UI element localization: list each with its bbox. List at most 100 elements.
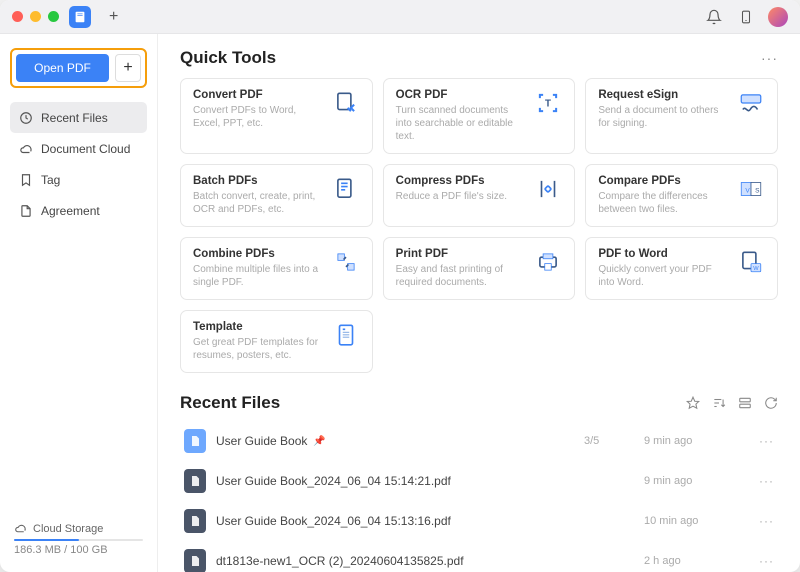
file-name: dt1813e-new1_OCR (2)_20240604135825.pdf xyxy=(216,554,584,568)
sidebar-item-label: Tag xyxy=(41,173,60,187)
recent-view-actions xyxy=(686,396,778,410)
storage-bar xyxy=(14,539,143,541)
file-more-button[interactable]: ··· xyxy=(744,434,774,448)
tool-icon xyxy=(737,89,765,117)
document-icon xyxy=(18,203,33,218)
file-name: User Guide Book_2024_06_04 15:14:21.pdf xyxy=(216,474,584,488)
refresh-icon[interactable] xyxy=(764,396,778,410)
mobile-icon[interactable] xyxy=(736,7,756,27)
file-more-button[interactable]: ··· xyxy=(744,554,774,568)
sidebar-item-cloud[interactable]: Document Cloud xyxy=(10,133,147,164)
sidebar-nav: Recent Files Document Cloud Tag Agreemen… xyxy=(10,102,147,226)
bookmark-icon xyxy=(18,172,33,187)
file-type-icon xyxy=(184,429,206,453)
tool-card[interactable]: Template Get great PDF templates for resu… xyxy=(180,310,373,373)
sidebar-item-recent[interactable]: Recent Files xyxy=(10,102,147,133)
card-desc: Get great PDF templates for resumes, pos… xyxy=(193,336,324,362)
tool-card[interactable]: Compress PDFs Reduce a PDF file's size. xyxy=(383,164,576,227)
file-more-button[interactable]: ··· xyxy=(744,514,774,528)
card-title: Request eSign xyxy=(598,89,729,101)
quick-tools-grid: Convert PDF Convert PDFs to Word, Excel, … xyxy=(180,78,778,373)
quick-tools-more[interactable]: ··· xyxy=(761,50,778,66)
card-title: Convert PDF xyxy=(193,89,324,101)
card-title: Compress PDFs xyxy=(396,175,527,187)
file-time: 9 min ago xyxy=(644,435,744,447)
card-desc: Reduce a PDF file's size. xyxy=(396,190,527,203)
close-window[interactable] xyxy=(12,11,23,22)
sort-icon[interactable] xyxy=(712,396,726,410)
tool-icon: VS xyxy=(737,175,765,203)
svg-text:T: T xyxy=(545,98,551,109)
new-file-button[interactable]: + xyxy=(115,54,141,82)
sidebar-item-agreement[interactable]: Agreement xyxy=(10,195,147,226)
file-row[interactable]: dt1813e-new1_OCR (2)_20240604135825.pdf … xyxy=(180,541,778,572)
tool-card[interactable]: Request eSign Send a document to others f… xyxy=(585,78,778,154)
app-logo-icon xyxy=(69,6,91,28)
tool-icon xyxy=(332,175,360,203)
bell-icon[interactable] xyxy=(704,7,724,27)
tool-card[interactable]: Batch PDFs Batch convert, create, print, … xyxy=(180,164,373,227)
file-type-icon xyxy=(184,549,206,572)
tool-card[interactable]: OCR PDFTurn scanned documents into searc… xyxy=(383,78,576,154)
pin-icon: 📌 xyxy=(313,436,325,447)
minimize-window[interactable] xyxy=(30,11,41,22)
tool-card[interactable]: Print PDF Easy and fast printing of requi… xyxy=(383,237,576,300)
file-row[interactable]: User Guide Book_2024_06_04 15:14:21.pdf … xyxy=(180,461,778,501)
open-pdf-button[interactable]: Open PDF xyxy=(16,54,109,82)
card-desc: Easy and fast printing of required docum… xyxy=(396,263,527,289)
svg-text:W: W xyxy=(753,266,759,272)
maximize-window[interactable] xyxy=(48,11,59,22)
traffic-lights xyxy=(12,11,59,22)
app-window: + Open PDF + Recent Files Document Cloud xyxy=(0,0,800,572)
storage-text: 186.3 MB / 100 GB xyxy=(14,544,143,556)
file-row[interactable]: User Guide Book_2024_06_04 15:13:16.pdf … xyxy=(180,501,778,541)
tool-card[interactable]: PDF to Word Quickly convert your PDF into… xyxy=(585,237,778,300)
file-time: 2 h ago xyxy=(644,555,744,567)
main-content: Quick Tools ··· Convert PDF Convert PDFs … xyxy=(158,34,800,572)
file-time: 9 min ago xyxy=(644,475,744,487)
card-title: PDF to Word xyxy=(598,248,729,260)
card-desc: Convert PDFs to Word, Excel, PPT, etc. xyxy=(193,104,324,130)
star-icon[interactable] xyxy=(686,396,700,410)
recent-files-title: Recent Files xyxy=(180,393,280,413)
quick-tools-title: Quick Tools xyxy=(180,48,276,68)
card-title: Combine PDFs xyxy=(193,248,324,260)
new-tab-button[interactable]: + xyxy=(109,8,118,26)
file-type-icon xyxy=(184,469,206,493)
card-title: OCR PDF xyxy=(396,89,527,101)
tool-icon xyxy=(332,89,360,117)
card-desc: Batch convert, create, print, OCR and PD… xyxy=(193,190,324,216)
file-more-button[interactable]: ··· xyxy=(744,474,774,488)
sidebar-item-tag[interactable]: Tag xyxy=(10,164,147,195)
tool-icon xyxy=(332,321,360,349)
card-desc: Send a document to others for signing. xyxy=(598,104,729,130)
recent-file-list: User Guide Book 📌 3/5 9 min ago ··· User… xyxy=(180,421,778,572)
clock-icon xyxy=(18,110,33,125)
sidebar-item-label: Agreement xyxy=(41,204,100,218)
sidebar-item-label: Recent Files xyxy=(41,111,108,125)
card-title: Template xyxy=(193,321,324,333)
cloud-icon xyxy=(14,522,27,535)
sidebar: Open PDF + Recent Files Document Cloud T… xyxy=(0,34,158,572)
list-view-icon[interactable] xyxy=(738,396,752,410)
titlebar: + xyxy=(0,0,800,34)
card-desc: Compare the differences between two file… xyxy=(598,190,729,216)
tool-card[interactable]: Combine PDFsCombine multiple files into … xyxy=(180,237,373,300)
svg-text:V: V xyxy=(745,187,750,194)
storage-label: Cloud Storage xyxy=(33,523,103,535)
cloud-storage-panel: Cloud Storage 186.3 MB / 100 GB xyxy=(10,516,147,562)
tool-card[interactable]: Compare PDFsCompare the differences betw… xyxy=(585,164,778,227)
card-title: Print PDF xyxy=(396,248,527,260)
tool-icon: T xyxy=(534,89,562,117)
file-time: 10 min ago xyxy=(644,515,744,527)
card-desc: Quickly convert your PDF into Word. xyxy=(598,263,729,289)
card-title: Batch PDFs xyxy=(193,175,324,187)
file-type-icon xyxy=(184,509,206,533)
tool-card[interactable]: Convert PDF Convert PDFs to Word, Excel, … xyxy=(180,78,373,154)
file-row[interactable]: User Guide Book 📌 3/5 9 min ago ··· xyxy=(180,421,778,461)
tool-icon xyxy=(332,248,360,276)
tool-icon xyxy=(534,248,562,276)
avatar[interactable] xyxy=(768,7,788,27)
cloud-icon xyxy=(18,141,33,156)
file-name: User Guide Book_2024_06_04 15:13:16.pdf xyxy=(216,514,584,528)
